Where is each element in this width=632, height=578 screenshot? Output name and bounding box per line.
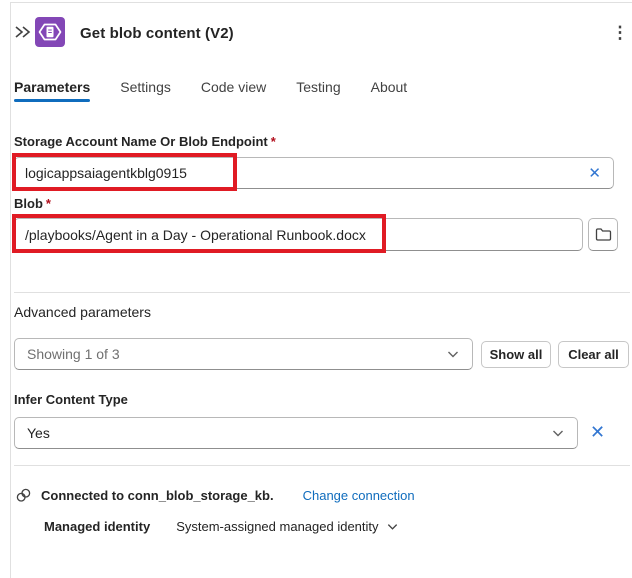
- blob-connector-icon: [35, 17, 65, 47]
- managed-identity-row: Managed identity System-assigned managed…: [44, 519, 399, 534]
- collapse-panel-button[interactable]: [12, 21, 32, 43]
- managed-identity-label: Managed identity: [44, 519, 150, 534]
- blob-label: Blob*: [14, 196, 51, 211]
- blob-field: [14, 218, 583, 251]
- active-tab-underline: [14, 99, 90, 102]
- footer-divider: [14, 465, 630, 466]
- tab-code-view[interactable]: Code view: [201, 79, 266, 101]
- storage-account-field: ✕: [14, 157, 614, 189]
- advanced-parameters-heading: Advanced parameters: [14, 304, 151, 320]
- clear-storage-account-button[interactable]: ✕: [586, 166, 603, 181]
- required-asterisk: *: [271, 134, 276, 149]
- storage-account-input[interactable]: [25, 165, 586, 181]
- storage-account-label: Storage Account Name Or Blob Endpoint*: [14, 134, 276, 149]
- connection-row: Connected to conn_blob_storage_kb. Chang…: [15, 487, 415, 504]
- advanced-parameters-dropdown-value: Showing 1 of 3: [27, 346, 446, 362]
- remove-infer-content-type-button[interactable]: ✕: [588, 423, 607, 441]
- managed-identity-value: System-assigned managed identity: [176, 519, 378, 534]
- chevron-down-icon: [386, 520, 399, 533]
- action-title: Get blob content (V2): [80, 25, 234, 42]
- infer-content-type-label: Infer Content Type: [14, 392, 128, 407]
- panel-left-border: [10, 2, 11, 578]
- show-all-button[interactable]: Show all: [481, 341, 551, 368]
- infer-content-type-dropdown[interactable]: Yes: [14, 417, 578, 449]
- managed-identity-dropdown[interactable]: System-assigned managed identity: [176, 519, 398, 534]
- blob-input[interactable]: [25, 227, 572, 243]
- panel-top-border: [10, 2, 632, 3]
- clear-icon: ✕: [588, 165, 601, 182]
- change-connection-link[interactable]: Change connection: [303, 488, 415, 503]
- clear-all-button[interactable]: Clear all: [558, 341, 629, 368]
- tab-settings[interactable]: Settings: [120, 79, 171, 101]
- tab-about[interactable]: About: [371, 79, 408, 101]
- connection-icon: [15, 487, 32, 504]
- chevron-down-icon: [446, 347, 460, 361]
- clear-icon: ✕: [590, 422, 605, 442]
- required-asterisk: *: [46, 196, 51, 211]
- browse-blob-button[interactable]: [588, 218, 618, 251]
- tab-parameters[interactable]: Parameters: [14, 79, 90, 101]
- double-chevron-right-icon: [14, 23, 31, 41]
- tab-testing[interactable]: Testing: [296, 79, 340, 101]
- advanced-parameters-dropdown[interactable]: Showing 1 of 3: [14, 338, 473, 370]
- section-divider: [14, 292, 630, 293]
- more-actions-button[interactable]: ⋮: [608, 20, 632, 46]
- chevron-down-icon: [551, 426, 565, 440]
- connected-text: Connected to conn_blob_storage_kb.: [41, 488, 274, 503]
- tab-bar: Parameters Settings Code view Testing Ab…: [14, 79, 407, 101]
- infer-content-type-value: Yes: [27, 425, 551, 441]
- kebab-menu-icon: ⋮: [612, 23, 629, 43]
- folder-icon: [595, 227, 612, 242]
